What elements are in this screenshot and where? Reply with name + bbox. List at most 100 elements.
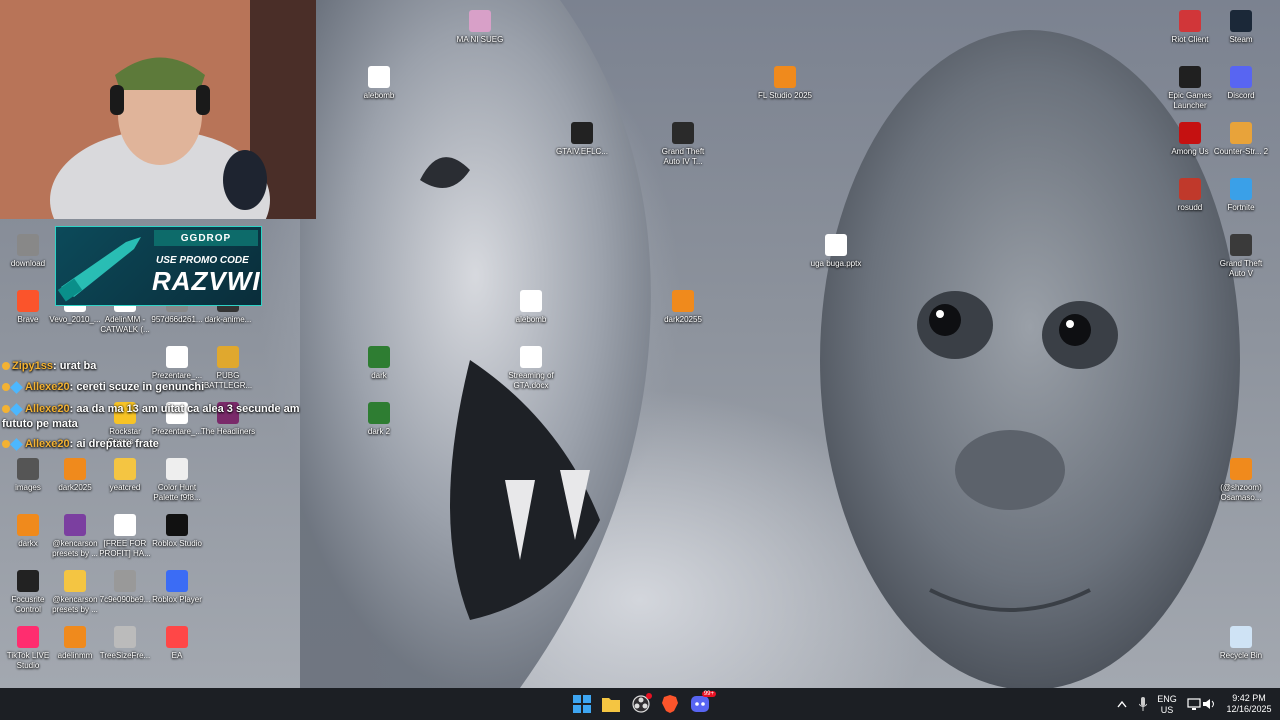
chat-text: urat ba xyxy=(59,360,97,372)
windows-icon xyxy=(573,695,591,713)
promo-banner: GGDROP USE PROMO CODE RAZVWI xyxy=(55,226,262,306)
desktop-icon[interactable]: FL Studio 2025 xyxy=(757,66,813,101)
desktop-icon[interactable]: dark xyxy=(351,346,407,381)
desktop-icon[interactable]: Epic Games Launcher xyxy=(1162,66,1218,111)
microphone-button[interactable] xyxy=(1131,692,1155,716)
tiktok-icon xyxy=(17,626,39,648)
desktop-icon[interactable]: (@shzoom) Osamaso... xyxy=(1213,458,1269,503)
desktop-icon[interactable]: Riot Client xyxy=(1162,10,1218,45)
desktop-icon[interactable]: Streaming of GTA.docx xyxy=(503,346,559,391)
desktop-icon-label: PUBG BATTLEGR... xyxy=(203,371,253,390)
chat-user: Allexe20 xyxy=(25,381,70,393)
desktop-icon[interactable]: rosudd xyxy=(1162,178,1218,213)
brave-button[interactable] xyxy=(658,692,682,716)
volume-button[interactable] xyxy=(1198,692,1222,716)
desktop-icon[interactable]: PUBG BATTLEGR... xyxy=(200,346,256,391)
desktop-icon-label: Steam xyxy=(1229,35,1253,44)
folder-icon xyxy=(64,570,86,592)
desktop-icon[interactable]: Fortnite xyxy=(1213,178,1269,213)
desktop-icon[interactable]: dark 2 xyxy=(351,402,407,437)
desktop-icon[interactable]: Counter-Str... 2 xyxy=(1213,122,1269,157)
desktop-icon[interactable]: alebomb xyxy=(351,66,407,101)
taskbar: 99+ ENG US 9:42 PM 12/16/2025 xyxy=(0,688,1280,720)
knife-icon xyxy=(57,237,141,302)
desktop-icon[interactable]: @kencarson presets by ... xyxy=(47,570,103,615)
desktop-icon[interactable]: yeatcred xyxy=(97,458,153,493)
desktop-icon[interactable]: dark20255 xyxy=(655,290,711,325)
desktop-icon-label: dark-anime... xyxy=(204,315,252,324)
desktop-icon[interactable]: alebomb xyxy=(503,290,559,325)
image-icon xyxy=(17,234,39,256)
diamond-badge-icon xyxy=(10,437,23,451)
desktop-icon[interactable]: Roblox Studio xyxy=(149,514,205,549)
desktop-icon[interactable]: TreeSizeFre... xyxy=(97,626,153,661)
riot-client-icon xyxy=(1179,10,1201,32)
desktop-icon-label: TreeSizeFre... xyxy=(99,651,151,660)
image-icon xyxy=(17,458,39,480)
clock-time: 9:42 PM xyxy=(1232,693,1266,703)
desktop-icon-label: GTAIV.EFLC... xyxy=(555,147,608,156)
desktop-icon[interactable]: @kencarson presets by ... xyxy=(47,514,103,559)
desktop-icon[interactable]: Steam xyxy=(1213,10,1269,45)
obs-button[interactable] xyxy=(629,692,653,716)
webcam-overlay xyxy=(0,0,316,219)
promo-code: RAZVWI xyxy=(152,266,261,296)
desktop-icon[interactable]: Color Hunt Palette f9f8... xyxy=(149,458,205,503)
document-icon xyxy=(520,346,542,368)
desktop-icon-label: MA NI SUEG xyxy=(456,35,504,44)
desktop-icon-label: uga buga.pptx xyxy=(810,259,862,268)
microphone-icon xyxy=(1139,697,1147,711)
image-icon xyxy=(368,346,390,368)
desktop-icon[interactable]: Discord xyxy=(1213,66,1269,101)
desktop-icon-label: Color Hunt Palette f9f8... xyxy=(153,483,201,502)
image-icon xyxy=(114,570,136,592)
chat-message: Allexe20: aa da ma 13 am uitat ca alea 3… xyxy=(2,402,300,430)
desktop-icon[interactable]: Grand Theft Auto V xyxy=(1213,234,1269,279)
ea-icon xyxy=(166,626,188,648)
start-button[interactable] xyxy=(570,692,594,716)
webcam-person-image xyxy=(0,0,316,219)
fl-studio-icon xyxy=(774,66,796,88)
chat-message: Allexe20: cereti scuze in genunchi xyxy=(2,380,204,394)
clock[interactable]: 9:42 PM 12/16/2025 xyxy=(1222,693,1276,715)
notification-badge: 99+ xyxy=(701,691,716,697)
desktop-icon[interactable]: Prezentare_... xyxy=(149,346,205,381)
roblox-icon xyxy=(166,570,188,592)
desktop-icon[interactable]: adelinmm xyxy=(47,626,103,661)
folder-icon xyxy=(114,458,136,480)
chat-user: Zipy1ss xyxy=(12,360,53,372)
language-indicator[interactable]: ENG US xyxy=(1153,694,1181,716)
rosudd-icon xyxy=(1179,178,1201,200)
desktop-icon[interactable]: Grand Theft Auto IV T... xyxy=(655,122,711,167)
desktop-icon[interactable]: Among Us xyxy=(1162,122,1218,157)
brave-icon xyxy=(662,695,678,713)
desktop-icon[interactable]: Recycle Bin xyxy=(1213,626,1269,661)
desktop-icon-label: alebomb xyxy=(363,91,395,100)
region-code: US xyxy=(1160,705,1174,715)
discord-button[interactable]: 99+ xyxy=(688,691,716,716)
file-explorer-button[interactable] xyxy=(599,692,623,716)
desktop-icon[interactable]: 7c9e090be9... xyxy=(97,570,153,605)
desktop-icon[interactable]: [FREE FOR PROFIT] HA... xyxy=(97,514,153,559)
desktop-icon-label: Grand Theft Auto V xyxy=(1219,259,1263,278)
fl-studio-icon xyxy=(1230,458,1252,480)
chat-text: ai dreptate frate xyxy=(76,438,159,450)
desktop-icon-label: rosudd xyxy=(1177,203,1203,212)
desktop-icon[interactable]: GTAIV.EFLC... xyxy=(554,122,610,157)
document-icon xyxy=(825,234,847,256)
promo-brand: GGDROP xyxy=(154,230,258,246)
desktop-icon-label: AdelinMM - CATWALK (... xyxy=(100,315,150,334)
desktop-icon[interactable]: download xyxy=(0,234,56,269)
discord-icon xyxy=(1230,66,1252,88)
desktop-icon[interactable]: EA xyxy=(149,626,205,661)
video-file-icon xyxy=(368,66,390,88)
desktop-icon[interactable]: uga buga.pptx xyxy=(808,234,864,269)
desktop-icon[interactable]: MA NI SUEG xyxy=(452,10,508,45)
desktop-icon-label: adelinmm xyxy=(57,651,93,660)
desktop-icon[interactable]: Roblox Player xyxy=(149,570,205,605)
desktop-icon[interactable]: dark2025 xyxy=(47,458,103,493)
desktop-icon-label: Roblox Studio xyxy=(152,539,202,548)
chat-user: Allexe20 xyxy=(25,438,70,450)
winrar-icon xyxy=(64,514,86,536)
document-icon xyxy=(166,346,188,368)
